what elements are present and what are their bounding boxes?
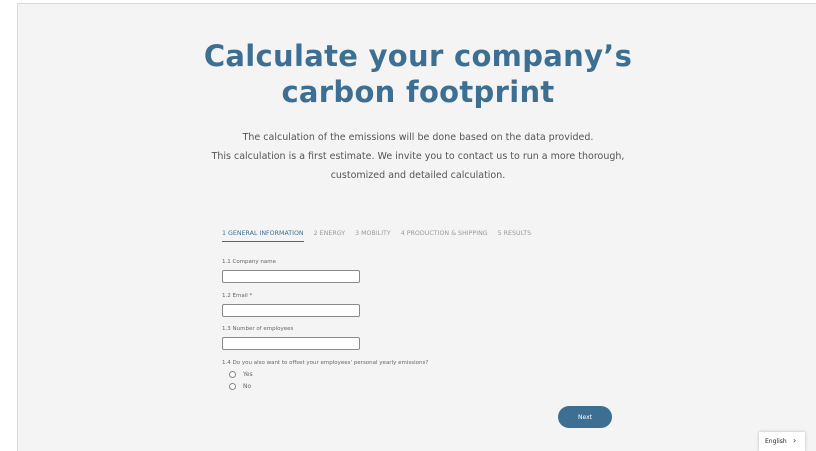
chevron-right-icon: › bbox=[793, 436, 797, 445]
intro-line-2: This calculation is a first estimate. We… bbox=[211, 151, 625, 162]
tab-production-shipping[interactable]: 4 PRODUCTION & SHIPPING bbox=[401, 230, 488, 242]
intro-text: The calculation of the emissions will be… bbox=[168, 128, 668, 185]
step-tabs: 1 GENERAL INFORMATION 2 ENERGY 3 MOBILIT… bbox=[222, 230, 531, 242]
tab-mobility[interactable]: 3 MOBILITY bbox=[355, 230, 391, 242]
option-yes-label: Yes bbox=[243, 371, 253, 378]
intro-line-1: The calculation of the emissions will be… bbox=[242, 132, 594, 143]
page-frame: Calculate your company’s carbon footprin… bbox=[17, 3, 816, 451]
company-name-label: 1.1 Company name bbox=[222, 259, 277, 265]
offset-question-label: 1.4 Do you also want to offset your empl… bbox=[222, 360, 429, 366]
offset-option-yes[interactable]: Yes bbox=[229, 371, 253, 378]
email-input[interactable] bbox=[222, 304, 360, 317]
email-label: 1.2 Email * bbox=[222, 293, 253, 299]
tab-results[interactable]: 5 RESULTS bbox=[498, 230, 531, 242]
radio-no[interactable] bbox=[229, 383, 236, 390]
intro-line-3: customized and detailed calculation. bbox=[330, 170, 506, 181]
company-name-input[interactable] bbox=[222, 270, 360, 283]
offset-option-no[interactable]: No bbox=[229, 383, 251, 390]
page-title: Calculate your company’s carbon footprin… bbox=[18, 38, 816, 110]
language-selector[interactable]: English › bbox=[759, 432, 805, 451]
next-button[interactable]: Next bbox=[558, 406, 612, 428]
tab-general-information[interactable]: 1 GENERAL INFORMATION bbox=[222, 230, 304, 242]
language-label: English bbox=[765, 438, 787, 445]
option-no-label: No bbox=[243, 383, 252, 390]
page-title-line-2: carbon footprint bbox=[281, 75, 555, 109]
employees-input[interactable] bbox=[222, 337, 360, 350]
page-title-line-1: Calculate your company’s bbox=[203, 39, 633, 73]
radio-yes[interactable] bbox=[229, 371, 236, 378]
employees-label: 1.3 Number of employees bbox=[222, 326, 294, 332]
tab-energy[interactable]: 2 ENERGY bbox=[314, 230, 345, 242]
